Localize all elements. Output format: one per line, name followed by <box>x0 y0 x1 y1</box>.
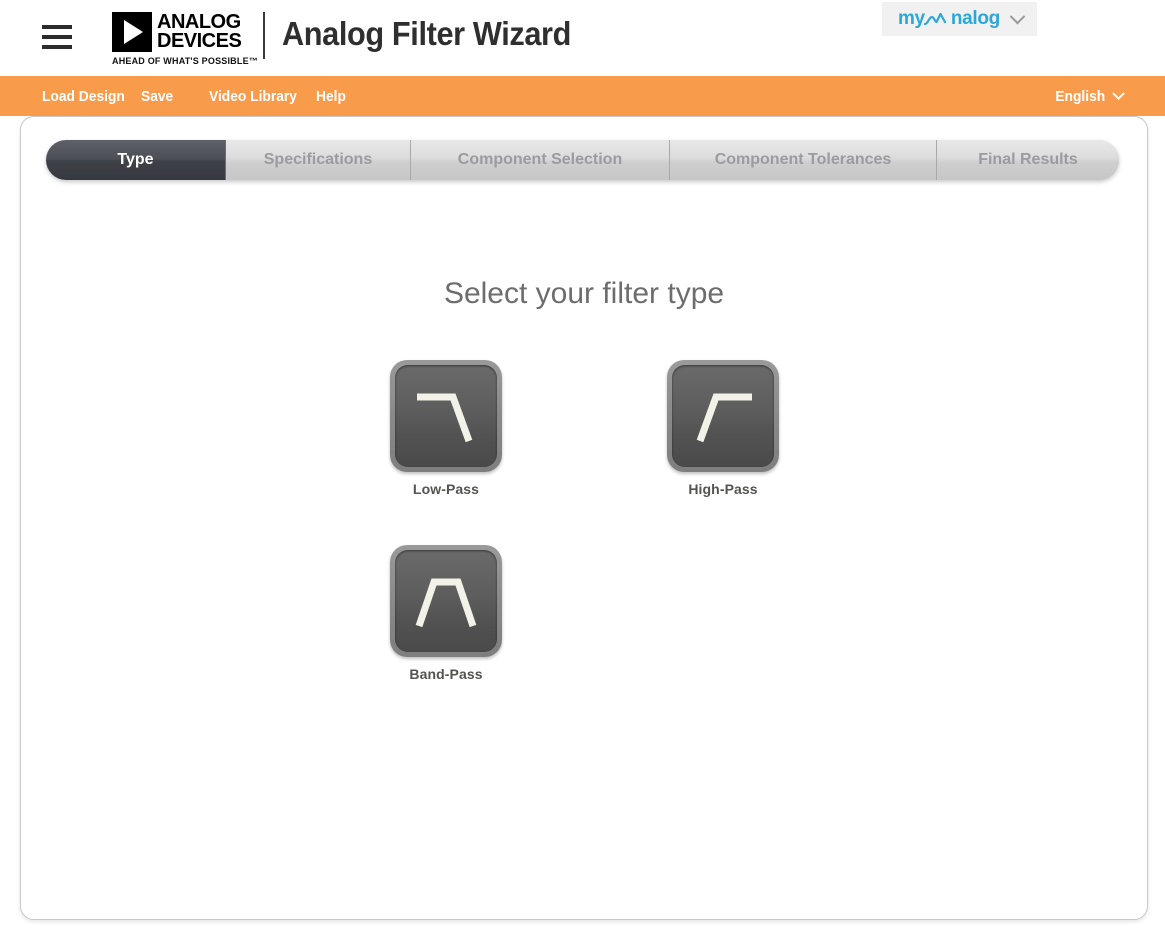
filter-option-band-pass[interactable]: Band-Pass <box>376 545 516 682</box>
tab-type[interactable]: Type <box>46 140 226 180</box>
myanalog-label-pre: my <box>897 8 925 29</box>
filter-option-low-pass[interactable]: Low-Pass <box>376 360 516 497</box>
analog-devices-logo[interactable]: ANALOG DEVICES AHEAD OF WHAT'S POSSIBLE™ <box>112 12 258 66</box>
tab-component-selection[interactable]: Component Selection <box>411 140 670 180</box>
tab-specifications[interactable]: Specifications <box>226 140 411 180</box>
myanalog-logo: my nalog <box>898 8 1000 30</box>
filter-option-label: High-Pass <box>688 481 758 497</box>
adi-triangle-icon <box>112 12 152 52</box>
wizard-panel: Type Specifications Component Selection … <box>20 116 1148 920</box>
menu-item-video-library[interactable]: Video Library <box>209 89 297 104</box>
filter-option-label: Band-Pass <box>409 666 483 682</box>
low-pass-icon-frame <box>390 360 502 472</box>
tab-final-results[interactable]: Final Results <box>937 140 1119 180</box>
low-pass-response-icon <box>395 365 497 467</box>
myanalog-label-post: nalog <box>950 8 1000 29</box>
filter-type-row: Band-Pass <box>21 545 1147 730</box>
page-body: Type Specifications Component Selection … <box>0 116 1165 946</box>
main-menu-bar: Load Design Save Video Library Help Engl… <box>0 76 1165 116</box>
high-pass-response-icon <box>672 365 774 467</box>
filter-type-row: Low-Pass High-Pass <box>21 360 1147 545</box>
hamburger-bar <box>42 45 72 49</box>
page-title: Analog Filter Wizard <box>282 15 571 52</box>
header-divider <box>263 12 265 59</box>
hamburger-bar <box>42 35 72 39</box>
chevron-down-icon <box>1112 86 1125 100</box>
band-pass-response-icon <box>395 550 497 652</box>
hamburger-bar <box>42 25 72 29</box>
language-selector[interactable]: English <box>1051 86 1125 105</box>
page-header: ANALOG DEVICES AHEAD OF WHAT'S POSSIBLE™… <box>0 0 1165 76</box>
section-heading: Select your filter type <box>443 277 725 310</box>
language-label: English <box>1055 87 1105 105</box>
chevron-down-icon <box>1009 8 1026 24</box>
high-pass-icon-frame <box>667 360 779 472</box>
wizard-tabs: Type Specifications Component Selection … <box>46 140 1119 180</box>
tab-component-tolerances[interactable]: Component Tolerances <box>670 140 937 180</box>
hamburger-menu-icon[interactable] <box>42 25 72 49</box>
adi-logo-line2: DEVICES <box>157 30 242 52</box>
filter-type-grid: Low-Pass High-Pass Band-Pass <box>21 360 1147 730</box>
myanalog-wave-icon <box>923 12 946 26</box>
menu-item-load-design[interactable]: Load Design <box>42 89 125 104</box>
filter-option-high-pass[interactable]: High-Pass <box>653 360 793 497</box>
menu-item-save[interactable]: Save <box>141 89 173 104</box>
menu-item-help[interactable]: Help <box>316 89 346 104</box>
band-pass-icon-frame <box>390 545 502 657</box>
filter-option-label: Low-Pass <box>412 481 480 497</box>
adi-tagline: AHEAD OF WHAT'S POSSIBLE™ <box>112 56 258 66</box>
myanalog-account-button[interactable]: my nalog <box>881 2 1037 36</box>
